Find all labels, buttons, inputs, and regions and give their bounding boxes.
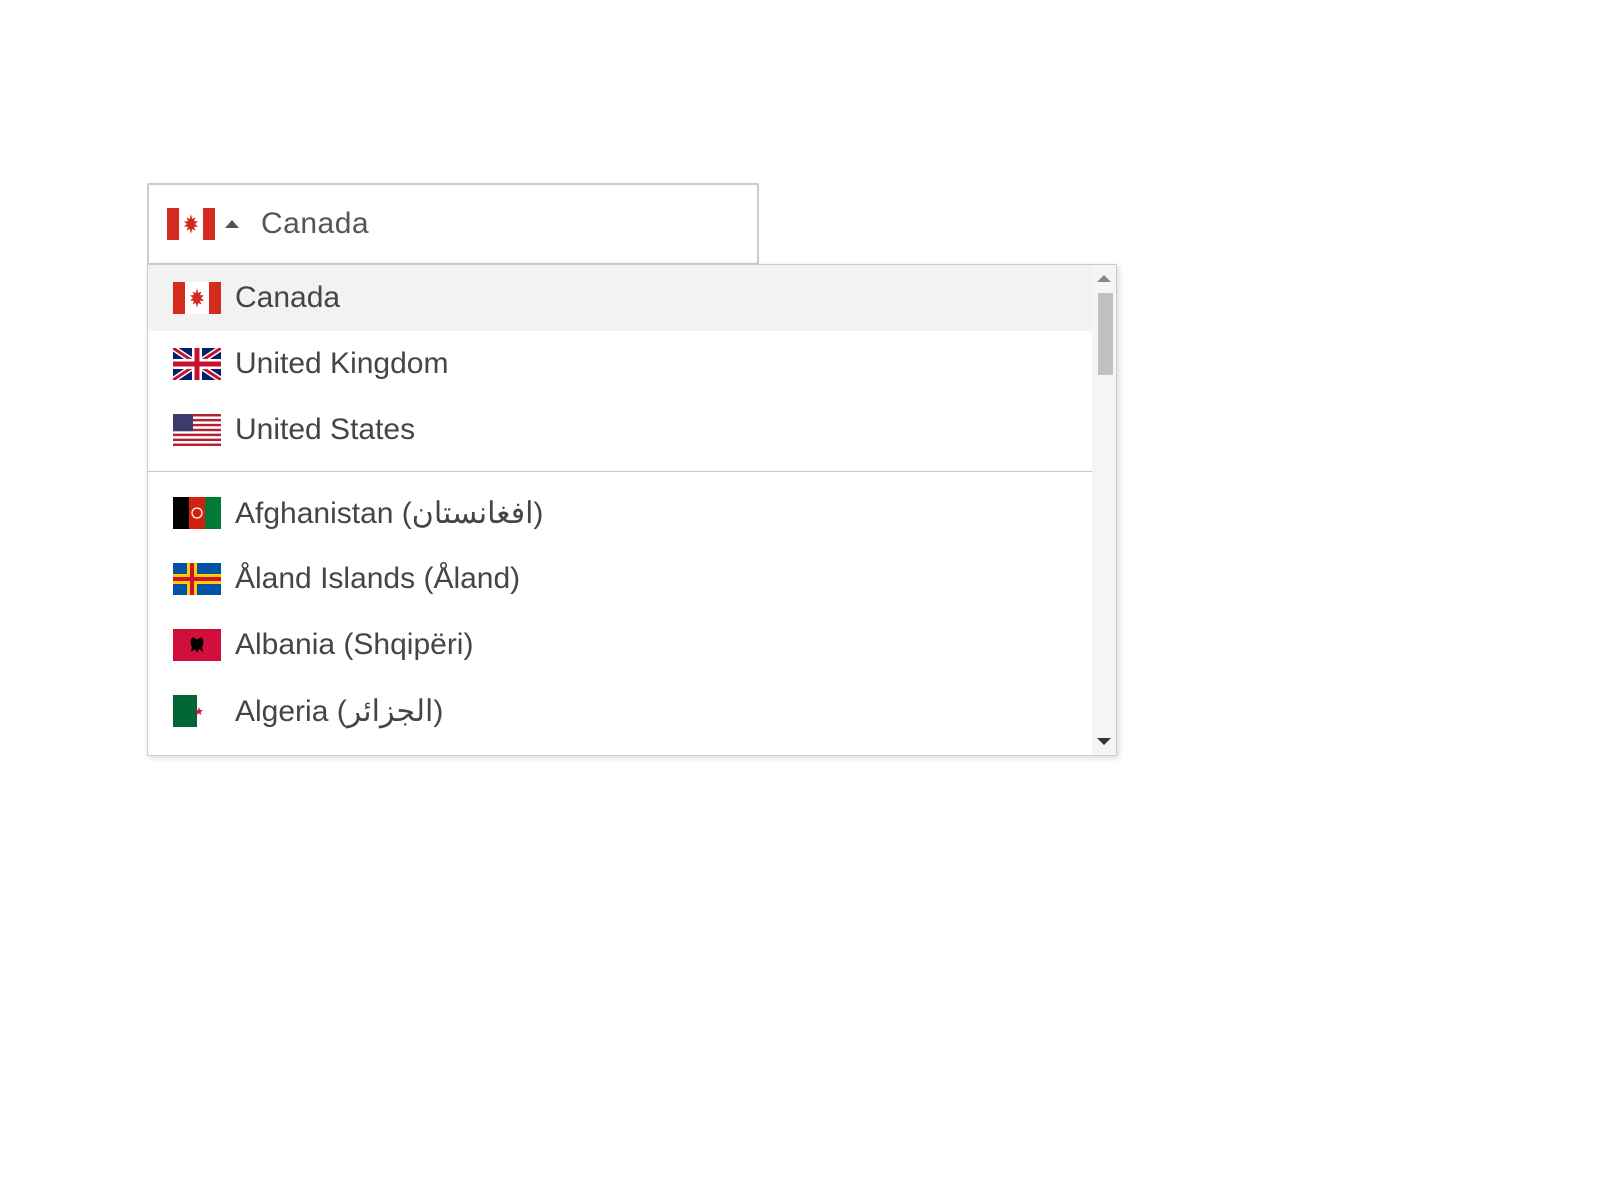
flag-icon-us	[173, 414, 221, 446]
country-dropdown-list: Canada United Kingdom United States Afgh…	[147, 264, 1117, 756]
country-option-label: Canada	[235, 281, 340, 315]
country-option-label: Åland Islands (Åland)	[235, 562, 520, 596]
flag-icon-algeria	[173, 695, 221, 727]
country-option-aland[interactable]: Åland Islands (Åland)	[148, 546, 1116, 612]
scrollbar-thumb[interactable]	[1098, 293, 1113, 375]
flag-icon-canada	[167, 208, 215, 240]
country-option-label: United Kingdom	[235, 347, 448, 381]
selected-country-label: Canada	[261, 207, 369, 241]
country-selector-input[interactable]: Canada	[147, 183, 759, 265]
scrollbar-up-icon[interactable]	[1097, 275, 1111, 282]
country-option-algeria[interactable]: Algeria (الجزائر)	[148, 678, 1116, 744]
country-option-label: Albania (Shqipëri)	[235, 628, 473, 662]
flag-icon-uk	[173, 348, 221, 380]
country-option-albania[interactable]: Albania (Shqipëri)	[148, 612, 1116, 678]
flag-icon-aland	[173, 563, 221, 595]
dropdown-scroll-area: Canada United Kingdom United States Afgh…	[148, 265, 1116, 755]
country-option-united-kingdom[interactable]: United Kingdom	[148, 331, 1116, 397]
country-option-label: Afghanistan (افغانستان)	[235, 496, 543, 531]
caret-up-icon	[225, 220, 239, 228]
country-option-canada[interactable]: Canada	[148, 265, 1116, 331]
country-option-afghanistan[interactable]: Afghanistan (افغانستان)	[148, 480, 1116, 546]
country-option-label: Algeria (الجزائر)	[235, 694, 443, 729]
country-option-united-states[interactable]: United States	[148, 397, 1116, 463]
flag-icon-albania	[173, 629, 221, 661]
scrollbar-down-icon[interactable]	[1097, 738, 1111, 745]
flag-icon-afghanistan	[173, 497, 221, 529]
country-option-label: United States	[235, 413, 415, 447]
scrollbar[interactable]	[1092, 265, 1116, 755]
dropdown-divider	[148, 471, 1116, 472]
flag-icon-canada	[173, 282, 221, 314]
